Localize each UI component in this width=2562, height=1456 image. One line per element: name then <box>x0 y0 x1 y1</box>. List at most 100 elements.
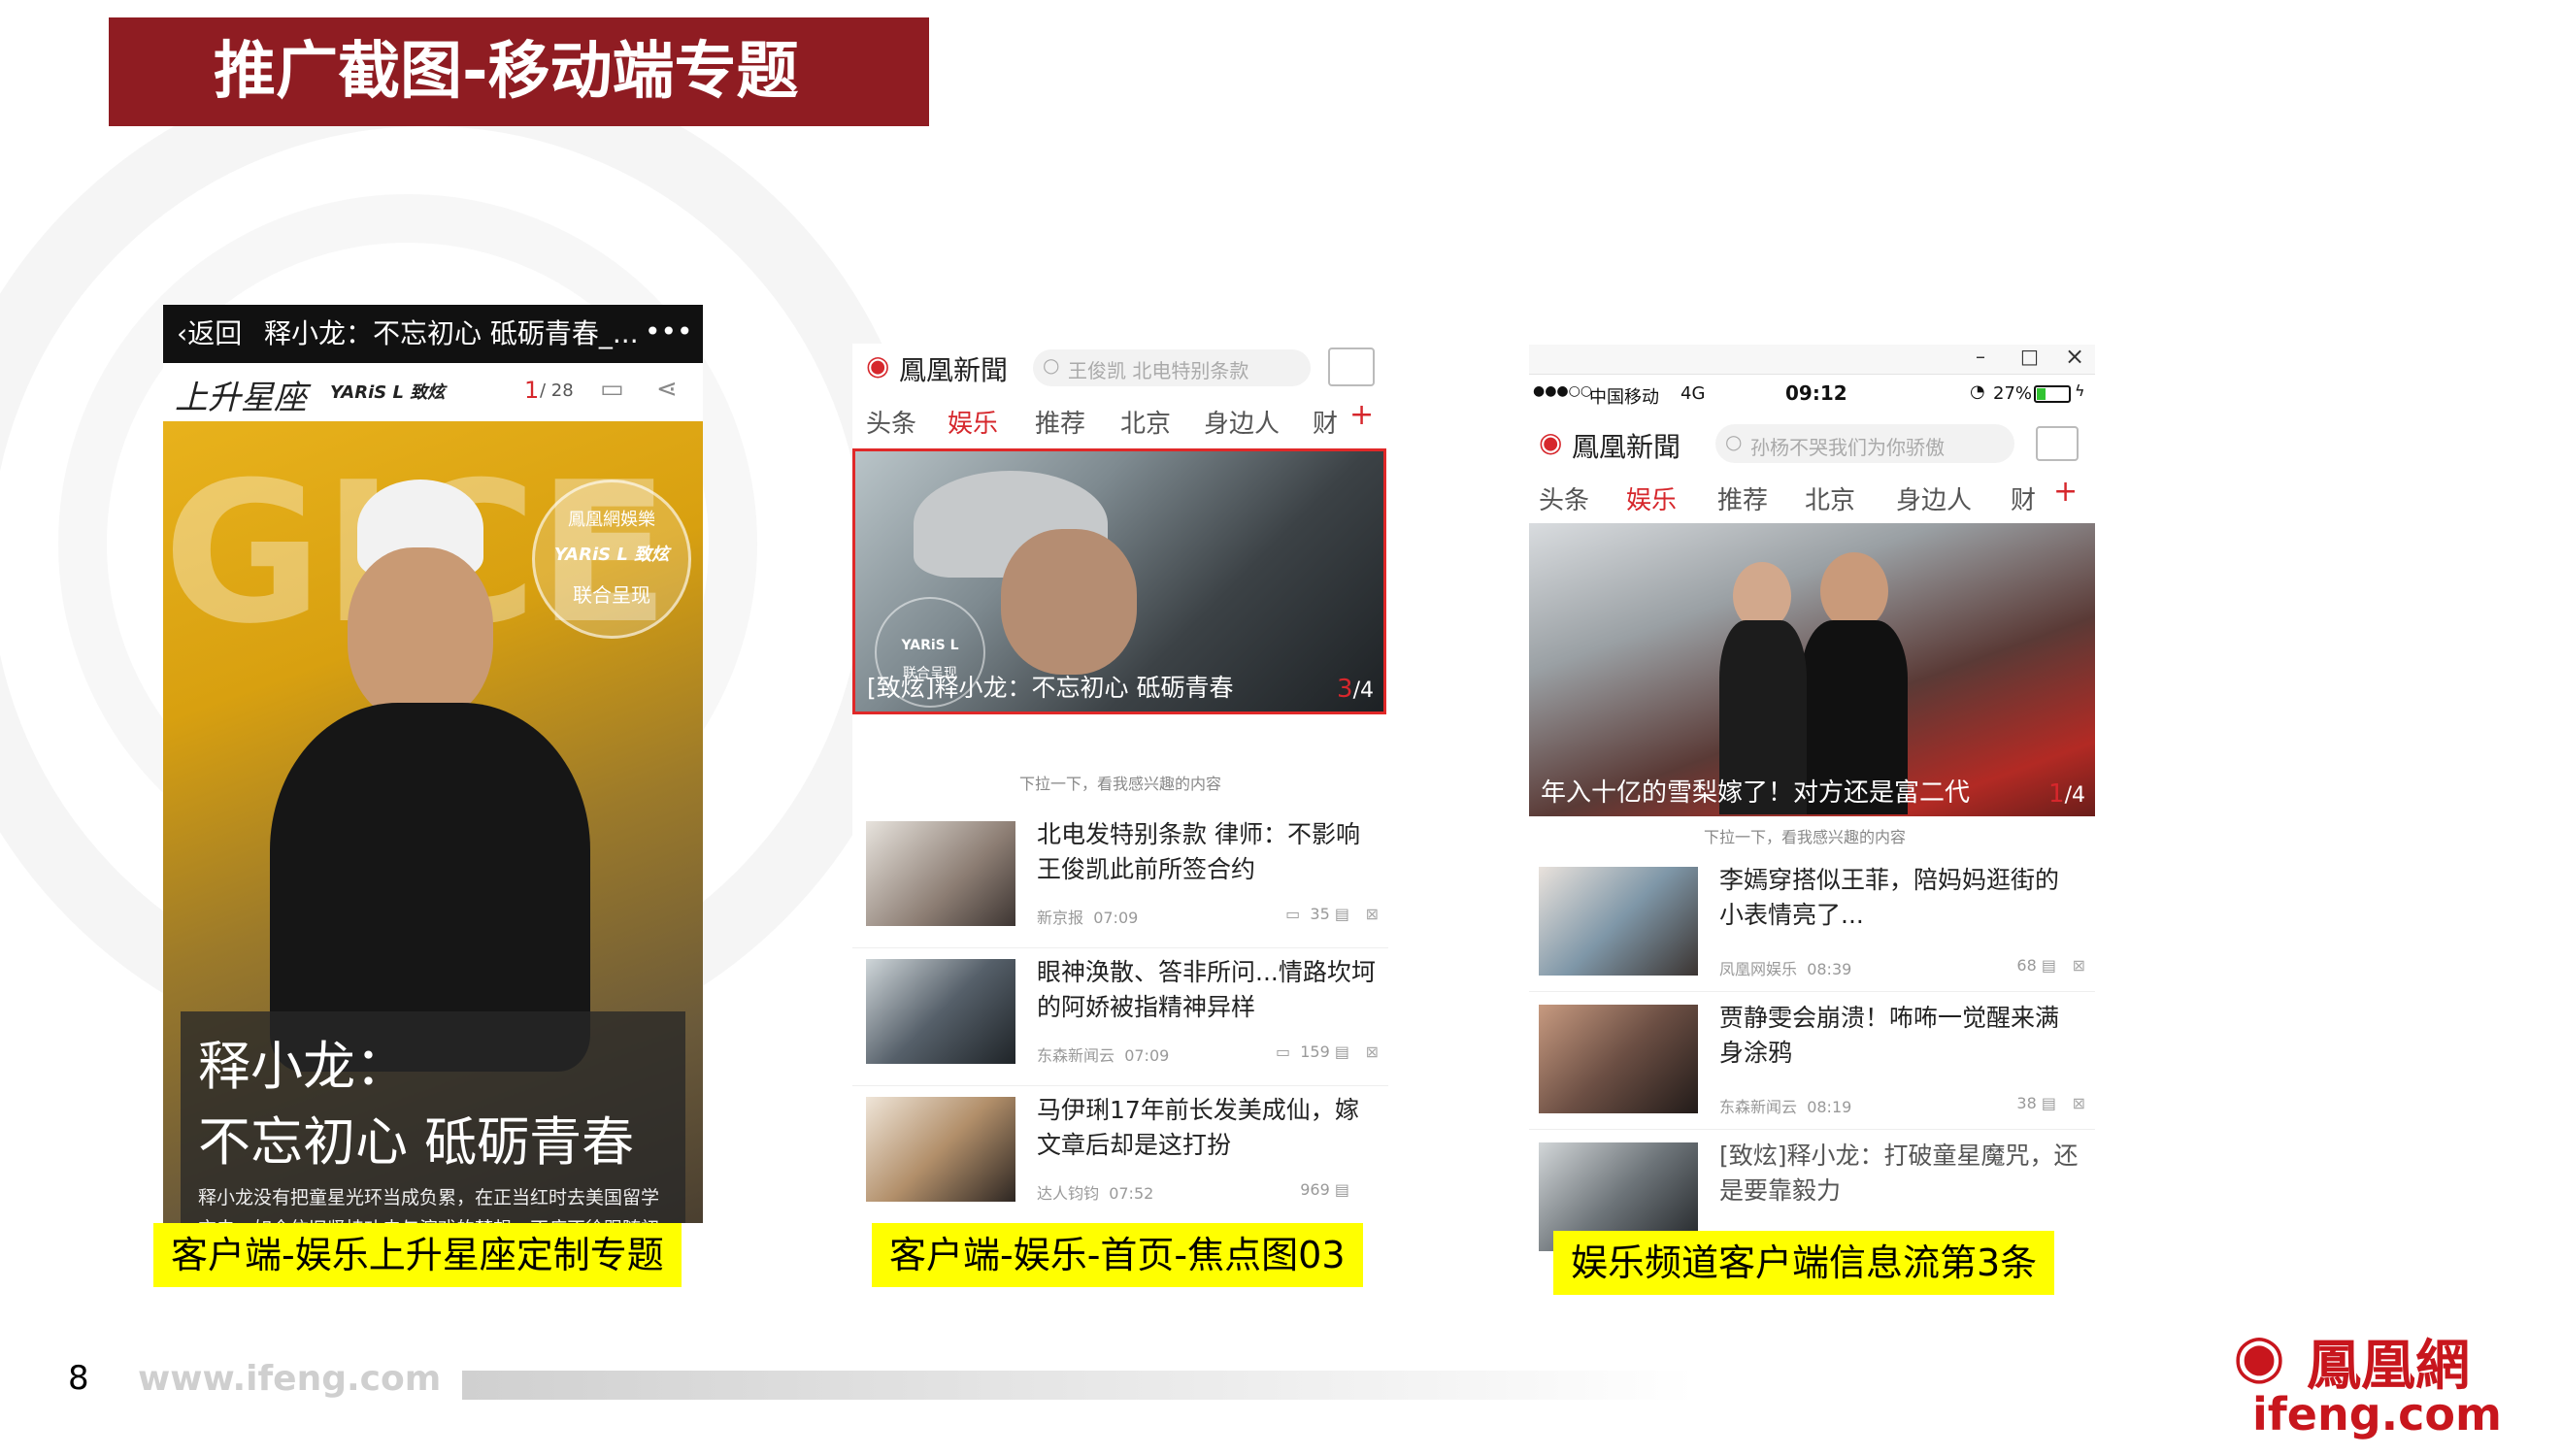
search-input[interactable]: ○ 孙杨不哭我们为你骄傲 <box>1715 424 2014 463</box>
phoenix-logo-icon: ◉ <box>2233 1320 2286 1391</box>
thumbnail <box>866 1097 1015 1202</box>
more-icon[interactable]: ••• <box>645 305 693 361</box>
clock: 09:12 <box>1785 381 1847 405</box>
battery-level: 27% <box>1993 383 2033 404</box>
tab-recommend[interactable]: 推荐 <box>1035 404 1085 440</box>
battery-icon <box>2034 385 2071 403</box>
focus-image[interactable]: YARiS L 联合呈现 [致炫]释小龙：不忘初心 砥砺青春 3/4 <box>852 448 1386 714</box>
app-name: 鳳凰新聞 <box>899 354 1009 386</box>
status-bar: ●●●○○ 中国移动 4G 09:12 ◔ 27% ϟ <box>1529 374 2095 416</box>
app-header: ◉ 鳳凰新聞 ○ 王俊凯 北电特别条款 <box>852 344 1388 392</box>
focus-page-indicator: 1/4 <box>2048 779 2085 809</box>
focus-caption: [致炫]释小龙：不忘初心 砥砺青春 <box>867 674 1234 702</box>
tab-finance[interactable]: 财 <box>1313 404 1338 440</box>
list-item[interactable]: 眼神涣散、答非所问...情路坎坷的阿娇被指精神异样 东森新闻云 07:09 ▭ … <box>852 949 1388 1086</box>
list-item[interactable]: 贾静雯会崩溃！咘咘一觉醒来满身涂鸦 东森新闻云 08:19 38 ▤ ⊠ <box>1529 993 2095 1130</box>
maximize-button[interactable]: □ <box>2020 345 2039 368</box>
logo-en: ifeng.com <box>2252 1388 2502 1440</box>
brand-logo: 上升星座 <box>175 379 307 417</box>
headline-line1: 释小龙： <box>198 1036 408 1097</box>
topic-header-bar: ‹返回 释小龙：不忘初心 砥砺青春_... ••• <box>163 305 703 363</box>
tab-headlines[interactable]: 头条 <box>1539 480 1589 516</box>
window-titlebar: – □ × <box>1529 345 2095 375</box>
comment-icon: ▤ <box>2041 956 2056 975</box>
face-shape <box>348 547 493 722</box>
radio-fm-icon[interactable] <box>1328 347 1375 386</box>
sponsor-logo: YARiS L 致炫 <box>330 382 446 403</box>
tab-beijing[interactable]: 北京 <box>1805 480 1855 516</box>
thumbnail <box>1539 1005 1698 1113</box>
caption-panel1: 客户端-娱乐上升星座定制专题 <box>153 1223 682 1287</box>
thumbnail <box>1539 867 1698 976</box>
search-icon: ○ <box>1725 430 1743 453</box>
video-icon: ▭ <box>1285 905 1301 923</box>
radio-fm-icon[interactable] <box>2036 426 2079 461</box>
dismiss-icon[interactable]: ⊠ <box>2073 956 2085 975</box>
focus-caption: 年入十亿的雪梨嫁了！对方还是富二代 <box>1541 778 1971 808</box>
page-number: 8 <box>68 1359 89 1398</box>
thumbnail <box>866 959 1015 1064</box>
tab-recommend[interactable]: 推荐 <box>1717 480 1768 516</box>
add-channel-icon[interactable]: + <box>2053 475 2078 509</box>
dismiss-icon[interactable]: ⊠ <box>1366 905 1379 923</box>
back-button[interactable]: ‹返回 <box>177 305 242 363</box>
phoenix-logo-icon: ◉ <box>866 349 890 381</box>
charging-icon: ϟ <box>2075 381 2085 400</box>
comment-icon: ▤ <box>1334 1042 1349 1061</box>
tab-nearby[interactable]: 身边人 <box>1204 404 1280 440</box>
tab-finance[interactable]: 财 <box>2011 480 2036 516</box>
chevron-left-icon: ‹ <box>177 317 188 349</box>
headline-body: 释小龙没有把童星光环当成负累，在正当红时去美国留学充电，如今依旧坚持功夫与演戏的… <box>198 1187 660 1223</box>
list-item[interactable]: 李嫣穿搭似王菲，陪妈妈逛街的小表情亮了... 凤凰网娱乐 08:39 68 ▤ … <box>1529 855 2095 992</box>
signal-icon: ●●●○○ <box>1533 383 1593 399</box>
panel-special-topic: ‹返回 释小龙：不忘初心 砥砺青春_... ••• 上升星座 YARiS L 致… <box>163 305 703 1223</box>
comment-icon: ▤ <box>2041 1094 2056 1112</box>
topic-photo: GICE 鳳凰網娛樂 YARiS L 致炫 联合呈现 释小龙： 不忘初心 砥砺青… <box>163 421 703 1223</box>
caption-panel2: 客户端-娱乐-首页-焦点图03 <box>872 1223 1363 1287</box>
page-total: / 28 <box>540 381 574 401</box>
comment-icon[interactable]: ▭ <box>600 375 624 404</box>
focus-image[interactable]: 年入十亿的雪梨嫁了！对方还是富二代 1/4 <box>1529 523 2095 816</box>
topic-sub-bar: 上升星座 YARiS L 致炫 1 / 28 ▭ ⋖ <box>163 363 703 422</box>
tab-entertainment[interactable]: 娱乐 <box>1626 480 1677 516</box>
tab-nearby[interactable]: 身边人 <box>1896 480 1972 516</box>
add-channel-icon[interactable]: + <box>1349 398 1374 432</box>
headline-overlay: 释小龙： 不忘初心 砥砺青春 释小龙没有把童星光环当成负累，在正当红时去美国留学… <box>181 1011 685 1223</box>
slide-title: 推广截图-移动端专题 <box>109 17 929 126</box>
tab-headlines[interactable]: 头条 <box>866 404 916 440</box>
face-shape <box>1820 552 1888 630</box>
tab-entertainment[interactable]: 娱乐 <box>948 404 998 440</box>
headline-line2: 不忘初心 砥砺青春 <box>198 1111 635 1173</box>
caption-panel3: 娱乐频道客户端信息流第3条 <box>1553 1231 2055 1295</box>
ifeng-logo: ◉ 鳳凰網 ifeng.com <box>2233 1320 2534 1440</box>
app-name: 鳳凰新聞 <box>1572 431 1681 463</box>
face-shape <box>1001 529 1137 675</box>
topic-title: 释小龙：不忘初心 砥砺青春_... <box>264 317 639 349</box>
dismiss-icon[interactable]: ⊠ <box>2073 1094 2085 1112</box>
share-icon[interactable]: ⋖ <box>656 375 678 404</box>
dismiss-icon[interactable]: ⊠ <box>1366 1042 1379 1061</box>
network: 4G <box>1680 383 1706 404</box>
video-icon: ▭ <box>1275 1042 1291 1061</box>
pull-hint: 下拉一下，看我感兴趣的内容 <box>1019 775 1222 793</box>
panel-feed-item: – □ × ●●●○○ 中国移动 4G 09:12 ◔ 27% ϟ ◉ 鳳凰新聞… <box>1529 345 2095 1259</box>
minimize-button[interactable]: – <box>1976 345 1985 368</box>
list-item[interactable]: 北电发特别条款 律师：不影响王俊凯此前所签合约 新京报 07:09 ▭ 35 ▤… <box>852 811 1388 948</box>
footer-divider <box>462 1371 1695 1400</box>
tab-beijing[interactable]: 北京 <box>1120 404 1171 440</box>
phoenix-logo-icon: ◉ <box>1539 426 1563 458</box>
channel-tabs: 头条 娱乐 推荐 北京 身边人 财 + <box>1529 469 2095 525</box>
comment-icon: ▤ <box>1334 1180 1349 1199</box>
sponsor-badge: 鳳凰網娛樂 YARiS L 致炫 联合呈现 <box>532 480 691 639</box>
close-button[interactable]: × <box>2065 345 2084 370</box>
list-item[interactable]: 马伊琍17年前长发美成仙，嫁文章后却是这打扮 达人钧钧 07:52 969 ▤ <box>852 1087 1388 1223</box>
footer-url: www.ifeng.com <box>138 1359 442 1399</box>
pull-hint: 下拉一下，看我感兴趣的内容 <box>1704 828 1907 846</box>
carrier: 中国移动 <box>1589 387 1659 408</box>
panel-home-focus: ◉ 鳳凰新聞 ○ 王俊凯 北电特别条款 头条 娱乐 推荐 北京 身边人 财 + … <box>852 344 1388 1223</box>
search-icon: ○ <box>1043 353 1060 377</box>
focus-page-indicator: 3/4 <box>1337 675 1374 704</box>
comment-icon: ▤ <box>1334 905 1349 923</box>
thumbnail <box>866 821 1015 926</box>
search-input[interactable]: ○ 王俊凯 北电特别条款 <box>1033 349 1311 386</box>
